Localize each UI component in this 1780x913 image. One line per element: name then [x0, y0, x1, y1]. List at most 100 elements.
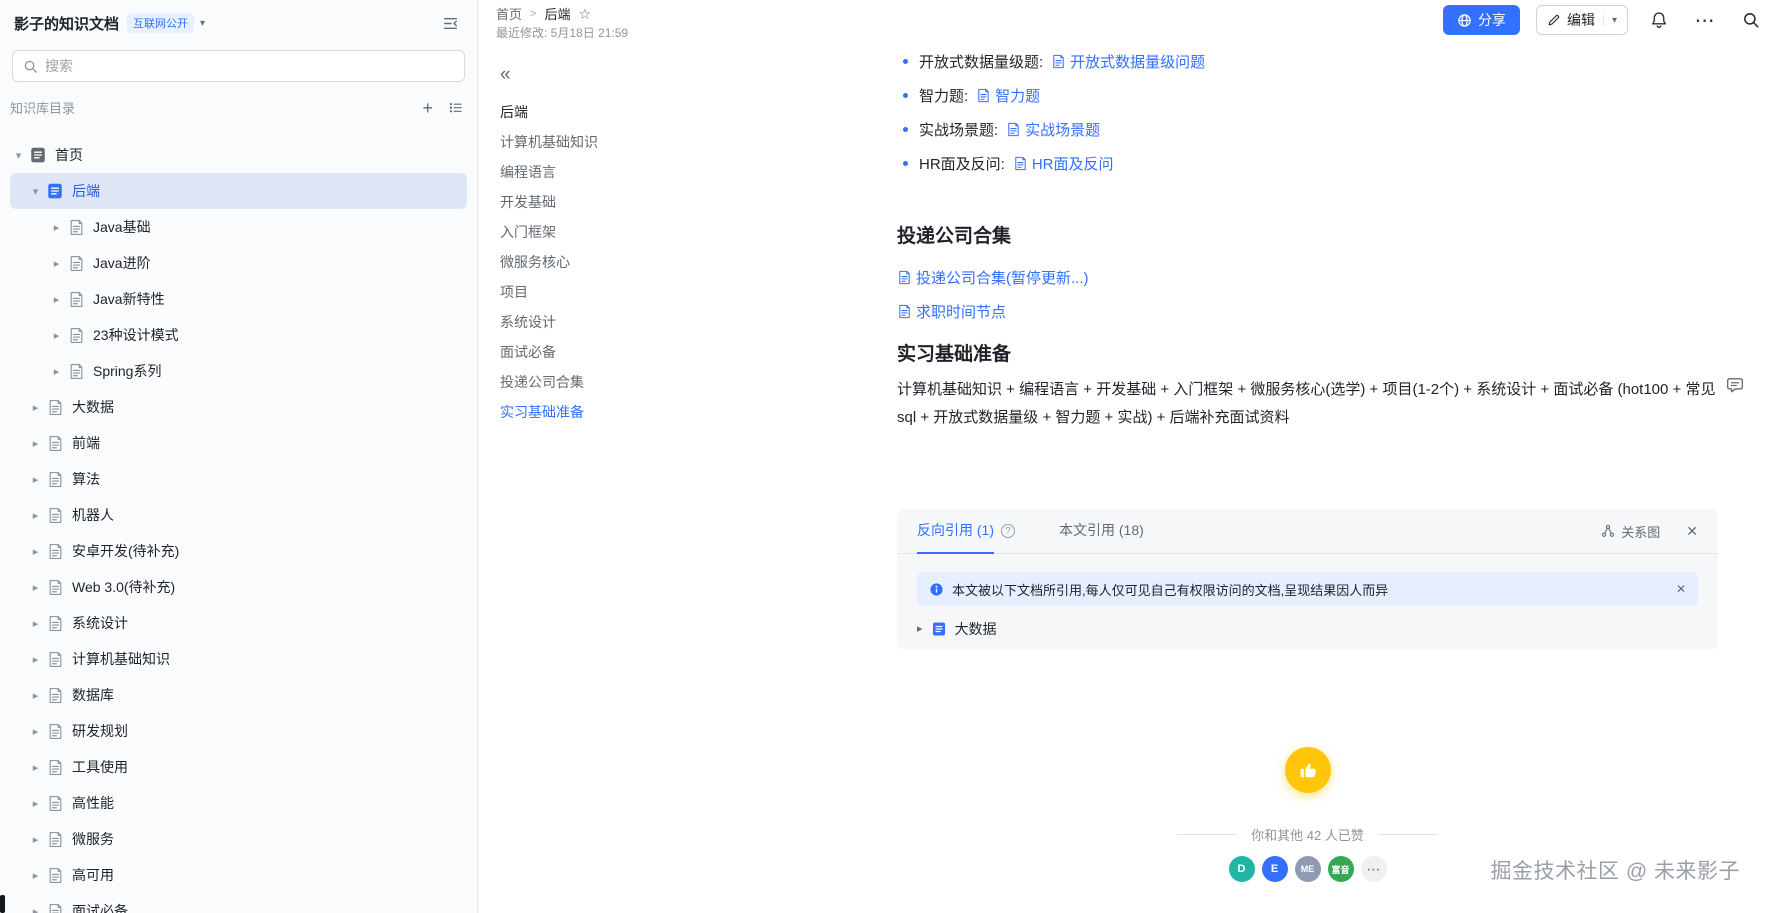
- help-icon[interactable]: ?: [1001, 524, 1015, 538]
- workspace-title-dropdown[interactable]: 影子的知识文档 互联网公开 ▾: [14, 13, 205, 34]
- sidebar-item-java-new[interactable]: ▸ Java新特性: [10, 281, 467, 317]
- sidebar-item-rd-planning[interactable]: ▸ 研发规划: [10, 713, 467, 749]
- sidebar-search[interactable]: [12, 50, 465, 82]
- chevron-right-icon[interactable]: ▸: [27, 437, 44, 450]
- sidebar-item-interview[interactable]: ▸ 面试必备: [10, 893, 467, 913]
- outline-item[interactable]: 计算机基础知识: [500, 127, 727, 157]
- chevron-right-icon[interactable]: ▸: [27, 545, 44, 558]
- doc-mention-link[interactable]: 投递公司合集(暂停更新...): [897, 267, 1089, 288]
- chevron-right-icon[interactable]: ▸: [27, 653, 44, 666]
- avatar[interactable]: E: [1261, 856, 1288, 882]
- sidebar-item-backend[interactable]: ▾ 后端: [10, 173, 467, 209]
- more-options-icon[interactable]: ⋯: [1690, 5, 1720, 35]
- chevron-right-icon[interactable]: ▸: [27, 581, 44, 594]
- outline-item[interactable]: 面试必备: [500, 337, 727, 367]
- edit-button[interactable]: 编辑 ▾: [1535, 5, 1628, 35]
- breadcrumb-home[interactable]: 首页: [496, 4, 522, 23]
- star-icon[interactable]: ☆: [578, 7, 591, 21]
- chevron-right-icon[interactable]: ▸: [27, 833, 44, 846]
- reference-item-bigdata[interactable]: ▸ 大数据: [917, 616, 1698, 650]
- sidebar-item-microservice[interactable]: ▸ 微服务: [10, 821, 467, 857]
- avatar[interactable]: ME: [1294, 856, 1321, 882]
- outline-item[interactable]: 编程语言: [500, 157, 727, 187]
- sidebar-item-database[interactable]: ▸ 数据库: [10, 677, 467, 713]
- sidebar-item-web3[interactable]: ▸ Web 3.0(待补充): [10, 569, 467, 605]
- close-icon[interactable]: ✕: [1676, 582, 1686, 596]
- chevron-right-icon[interactable]: ▸: [27, 689, 44, 702]
- doc-mention-link[interactable]: 实战场景题: [1006, 119, 1100, 140]
- close-icon[interactable]: ✕: [1686, 523, 1698, 540]
- add-page-icon[interactable]: +: [422, 99, 433, 117]
- sidebar-item-high-availability[interactable]: ▸ 高可用: [10, 857, 467, 893]
- caret-down-icon[interactable]: ▾: [1602, 14, 1617, 26]
- sidebar-item-bigdata[interactable]: ▸ 大数据: [10, 389, 467, 425]
- sidebar-item-cs-basics[interactable]: ▸ 计算机基础知识: [10, 641, 467, 677]
- search-icon[interactable]: [1736, 5, 1766, 35]
- chevron-right-icon[interactable]: ▸: [48, 257, 65, 270]
- share-button[interactable]: 分享: [1442, 5, 1520, 35]
- relation-graph-button[interactable]: 关系图: [1601, 522, 1660, 541]
- chevron-right-icon[interactable]: ▸: [48, 221, 65, 234]
- search-input[interactable]: [45, 58, 454, 74]
- more-avatars-icon[interactable]: ⋯: [1360, 856, 1387, 882]
- outline-item[interactable]: 系统设计: [500, 307, 727, 337]
- chevron-down-icon[interactable]: ▾: [27, 185, 44, 198]
- breadcrumb-current[interactable]: 后端: [544, 4, 570, 23]
- like-button[interactable]: [1284, 747, 1331, 793]
- thumbs-up-icon: [1296, 758, 1320, 782]
- divider-line: [1377, 834, 1438, 835]
- doc-mention-link[interactable]: 开放式数据量级问题: [1051, 51, 1205, 72]
- sidebar-item-system-design[interactable]: ▸ 系统设计: [10, 605, 467, 641]
- scrollbar-thumb[interactable]: [0, 895, 5, 913]
- outline-item[interactable]: 后端: [500, 97, 727, 127]
- tab-cited[interactable]: 本文引用 (18): [1059, 509, 1144, 554]
- sidebar-item-home[interactable]: ▾ 首页: [10, 137, 467, 173]
- sidebar-item-android[interactable]: ▸ 安卓开发(待补充): [10, 533, 467, 569]
- outline-item[interactable]: 投递公司合集: [500, 367, 727, 397]
- sidebar-item-design-patterns[interactable]: ▸ 23种设计模式: [10, 317, 467, 353]
- sidebar-item-tools[interactable]: ▸ 工具使用: [10, 749, 467, 785]
- notifications-bell-icon[interactable]: [1644, 5, 1674, 35]
- doc-mention-label: 投递公司合集(暂停更新...): [916, 269, 1089, 287]
- outline-item[interactable]: 开发基础: [500, 187, 727, 217]
- chevron-right-icon[interactable]: ▸: [27, 869, 44, 882]
- chevron-right-icon[interactable]: ▸: [27, 617, 44, 630]
- chevron-down-icon[interactable]: ▾: [10, 149, 27, 162]
- collapse-outline-icon[interactable]: «: [500, 65, 511, 84]
- doc-mention-link[interactable]: 求职时间节点: [897, 301, 1006, 322]
- outline-item[interactable]: 项目: [500, 277, 727, 307]
- watermark: 掘金技术社区 @ 未来影子: [1490, 860, 1740, 883]
- sidebar-collapse-icon[interactable]: [442, 15, 459, 32]
- chevron-right-icon[interactable]: ▸: [27, 725, 44, 738]
- chevron-right-icon[interactable]: ▸: [917, 622, 923, 635]
- comment-icon[interactable]: [1726, 376, 1744, 399]
- sidebar-item-performance[interactable]: ▸ 高性能: [10, 785, 467, 821]
- avatar[interactable]: 富音: [1327, 856, 1354, 882]
- doc-mention-link[interactable]: 智力题: [976, 85, 1040, 106]
- tab-backlinks[interactable]: 反向引用 (1): [917, 509, 994, 554]
- outline-item[interactable]: 微服务核心: [500, 247, 727, 277]
- list-settings-icon[interactable]: [448, 100, 463, 115]
- chevron-right-icon[interactable]: ▸: [27, 905, 44, 913]
- chevron-right-icon[interactable]: ▸: [27, 473, 44, 486]
- chevron-right-icon[interactable]: ▸: [27, 509, 44, 522]
- chevron-right-icon[interactable]: ▸: [48, 293, 65, 306]
- sidebar-item-algorithm[interactable]: ▸ 算法: [10, 461, 467, 497]
- chevron-right-icon[interactable]: ▸: [48, 365, 65, 378]
- chevron-right-icon[interactable]: ▸: [48, 329, 65, 342]
- chevron-right-icon[interactable]: ▸: [27, 761, 44, 774]
- chevron-right-icon[interactable]: ▸: [27, 401, 44, 414]
- outline-item[interactable]: 入门框架: [500, 217, 727, 247]
- bullet-label: HR面及反问:: [919, 155, 1005, 173]
- outline-item-active[interactable]: 实习基础准备: [500, 397, 727, 427]
- sidebar-item-frontend[interactable]: ▸ 前端: [10, 425, 467, 461]
- workspace-title: 影子的知识文档: [14, 15, 120, 33]
- sidebar-item-java-basic[interactable]: ▸ Java基础: [10, 209, 467, 245]
- sidebar-item-java-advanced[interactable]: ▸ Java进阶: [10, 245, 467, 281]
- sidebar-item-spring[interactable]: ▸ Spring系列: [10, 353, 467, 389]
- doc-mention-link[interactable]: HR面及反问: [1013, 153, 1114, 174]
- like-count-row: 你和其他 42 人已赞: [1177, 825, 1438, 844]
- sidebar-item-robot[interactable]: ▸ 机器人: [10, 497, 467, 533]
- avatar[interactable]: D: [1228, 856, 1255, 882]
- chevron-right-icon[interactable]: ▸: [27, 797, 44, 810]
